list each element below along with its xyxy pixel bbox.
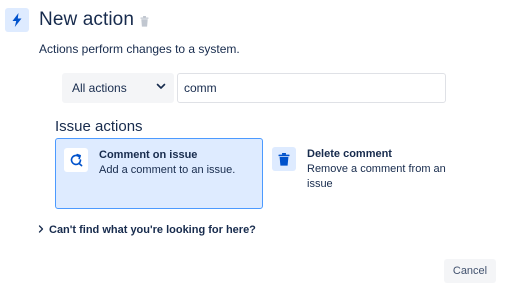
action-filter-select[interactable]: All actions (62, 73, 174, 103)
delete-rule-icon[interactable] (140, 16, 149, 27)
page-title: New action (39, 9, 134, 30)
chevron-right-icon (38, 224, 44, 236)
action-title: Comment on issue (99, 149, 198, 161)
action-card-delete-comment[interactable]: Delete comment Remove a comment from an … (264, 138, 464, 209)
section-title: Issue actions (55, 118, 143, 135)
action-card-comment-on-issue[interactable]: Comment on issue Add a comment to an iss… (55, 138, 263, 209)
cancel-button[interactable]: Cancel (444, 259, 496, 283)
header: New action (5, 8, 149, 32)
chevron-down-icon (155, 79, 167, 97)
page-subtitle: Actions perform changes to a system. (39, 42, 240, 56)
lightning-icon (5, 8, 29, 32)
action-title: Delete comment (307, 148, 392, 160)
action-filter-value: All actions (72, 81, 127, 95)
action-description: Remove a comment from an issue (307, 163, 446, 190)
help-label: Can't find what you're looking for here? (49, 224, 256, 236)
action-description: Add a comment to an issue. (99, 164, 236, 176)
search-input[interactable] (177, 73, 446, 103)
comment-refresh-icon (64, 148, 88, 172)
help-toggle[interactable]: Can't find what you're looking for here? (38, 224, 256, 236)
trash-icon (272, 147, 296, 171)
